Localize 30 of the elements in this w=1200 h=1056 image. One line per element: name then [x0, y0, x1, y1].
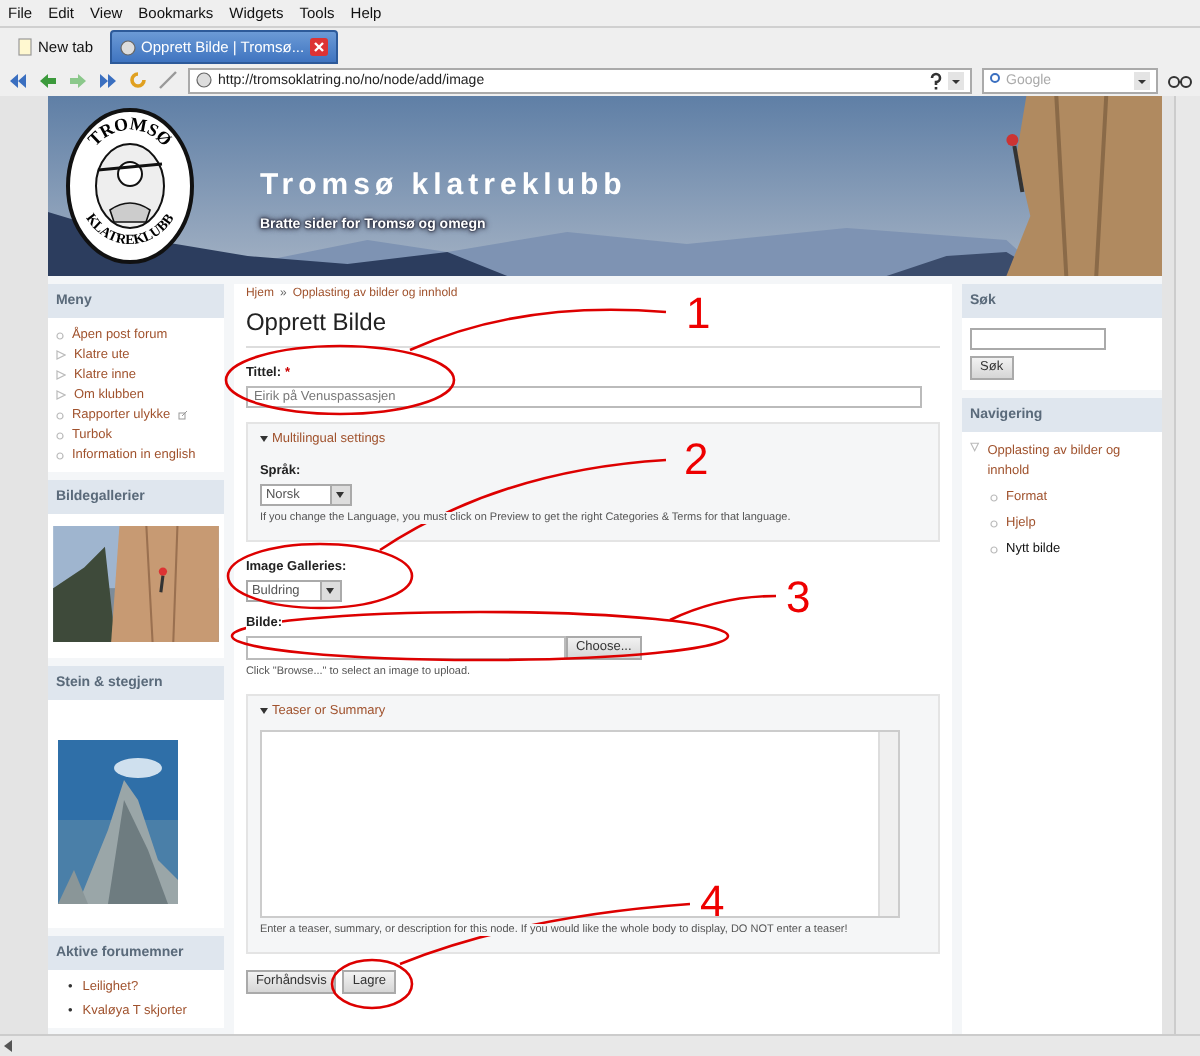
scrollbar[interactable] — [1174, 96, 1200, 1034]
back-icon[interactable] — [38, 71, 58, 89]
file-field[interactable] — [245, 636, 566, 660]
caret-icon — [336, 492, 345, 498]
globe-icon — [196, 72, 212, 88]
scrollbar[interactable] — [0, 1034, 1200, 1056]
close-icon[interactable] — [310, 38, 329, 56]
callout-number: 3 — [786, 576, 811, 620]
left-arrow-icon[interactable] — [4, 1040, 14, 1052]
dropdown-icon[interactable] — [1134, 71, 1150, 89]
globe-icon — [119, 39, 136, 55]
search-field[interactable] — [970, 328, 1107, 350]
search-engine-icon — [990, 72, 1000, 88]
caret-icon — [259, 436, 268, 442]
callout-number: 4 — [700, 880, 725, 924]
caret-icon — [326, 588, 335, 594]
callout-number: 1 — [686, 292, 711, 336]
page-icon — [18, 38, 32, 56]
logo-text: TROMSØ — [83, 113, 176, 150]
caret-icon — [259, 708, 268, 714]
dropdown-icon[interactable] — [948, 71, 964, 89]
circle-icon — [990, 520, 999, 528]
callout-number: 2 — [684, 438, 709, 482]
circle-icon — [990, 494, 999, 502]
circle-icon — [990, 546, 999, 554]
rewind-icon[interactable] — [8, 71, 28, 89]
fast-forward-icon[interactable] — [98, 71, 118, 89]
glasses-icon[interactable] — [1168, 72, 1192, 88]
question-icon[interactable] — [930, 71, 942, 89]
pen-icon[interactable] — [158, 70, 178, 90]
